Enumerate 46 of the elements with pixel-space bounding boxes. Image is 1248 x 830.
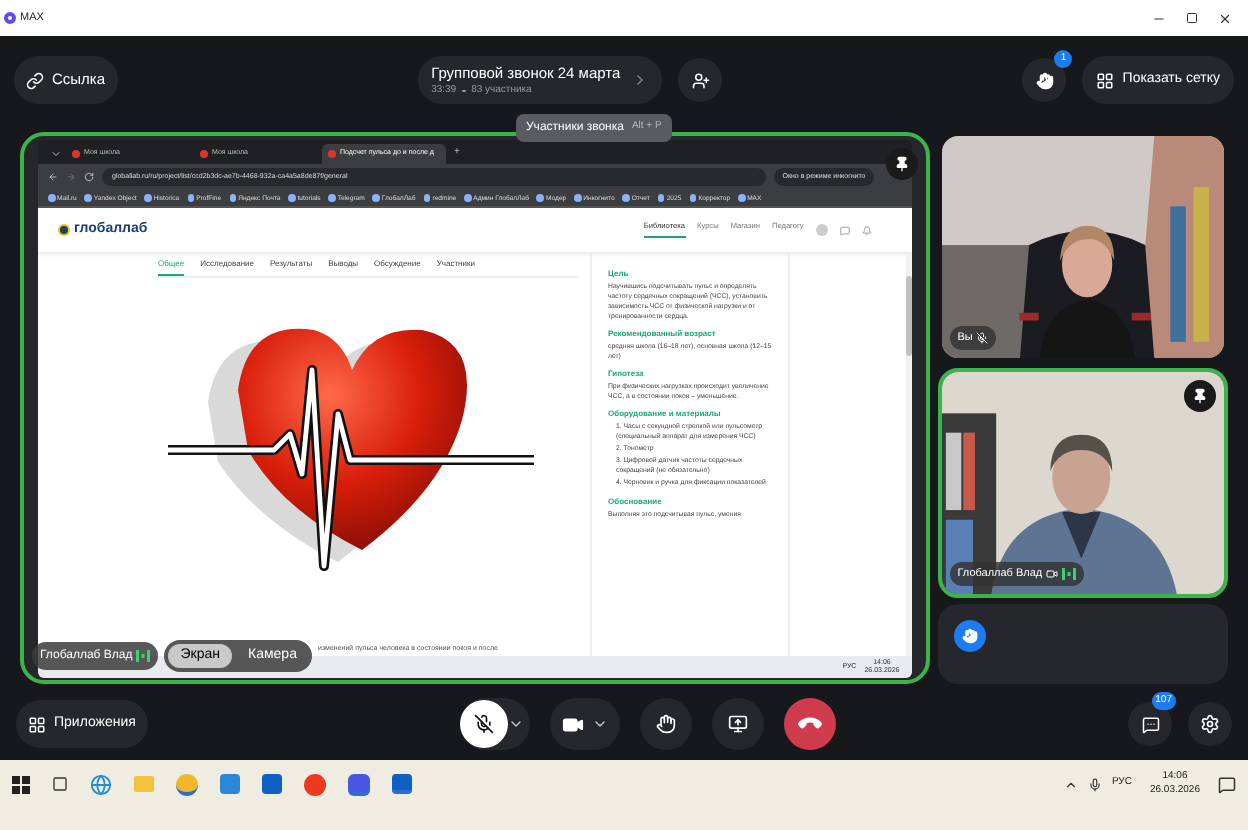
scrollbar[interactable] (905, 252, 912, 656)
pin-icon (893, 156, 910, 172)
raise-hand-button[interactable] (639, 698, 692, 750)
pin-icon (1192, 388, 1208, 404)
task-view-icon[interactable] (52, 776, 68, 792)
mic-off-icon (473, 714, 494, 734)
browser-icon[interactable] (176, 773, 198, 795)
hand-icon (655, 714, 676, 734)
windows-icon[interactable] (12, 775, 30, 793)
grid-icon (1096, 71, 1115, 89)
add-participant-button[interactable] (678, 58, 723, 102)
share-screen-button[interactable] (711, 698, 764, 750)
settings-button[interactable] (1188, 702, 1232, 746)
caret-icon[interactable] (591, 716, 608, 732)
link-icon (26, 71, 44, 89)
settings-icon (1200, 714, 1220, 734)
chat-icon (1141, 715, 1159, 733)
chat-button[interactable] (1128, 702, 1172, 746)
browser-icon[interactable] (90, 773, 112, 795)
browser-icon[interactable] (304, 773, 326, 795)
logo-icon (58, 224, 70, 236)
notifications-icon[interactable] (1218, 775, 1236, 793)
back-icon[interactable] (48, 172, 58, 182)
apps-icon (28, 715, 46, 733)
close-icon[interactable] (1218, 11, 1232, 25)
tray-expand-icon[interactable] (1063, 777, 1078, 791)
sound-bars-icon (136, 648, 151, 664)
camera-icon[interactable] (561, 713, 584, 735)
share-screen-icon (727, 714, 748, 734)
mic-button[interactable] (459, 700, 508, 748)
mail-icon[interactable] (262, 774, 282, 794)
tab-list-icon[interactable] (50, 148, 62, 160)
restore-icon[interactable] (1186, 11, 1198, 23)
hand-icon (1035, 71, 1054, 89)
app-logo-icon (4, 12, 16, 24)
end-call-button[interactable] (783, 698, 836, 750)
add-user-icon (691, 71, 710, 89)
app-icon[interactable] (348, 773, 370, 795)
caret-icon[interactable] (507, 716, 524, 732)
mail-icon[interactable] (392, 774, 412, 794)
reload-icon[interactable] (84, 172, 94, 182)
participant-tile[interactable] (937, 604, 1228, 684)
raised-hand-icon (953, 620, 986, 652)
sound-bars-icon (1062, 566, 1077, 582)
raise-hand-button[interactable] (1022, 58, 1067, 102)
mic-icon[interactable] (1087, 777, 1102, 791)
